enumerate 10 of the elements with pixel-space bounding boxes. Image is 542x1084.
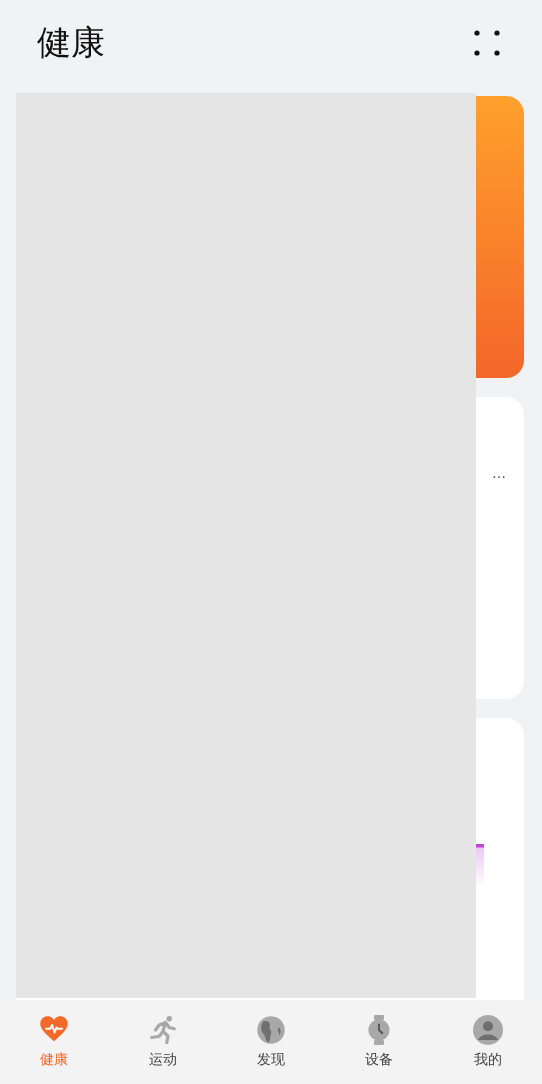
globe-icon [256, 1015, 286, 1045]
more-icon[interactable] [474, 29, 500, 56]
nav-tab[interactable]: 发现 [216, 1000, 326, 1084]
nav-tab[interactable]: 运动 [108, 1000, 217, 1084]
page-title: 健康 [37, 20, 105, 64]
person-icon [472, 1015, 503, 1045]
runner-icon [147, 1015, 178, 1045]
nav-tab[interactable]: 设备 [325, 1000, 434, 1084]
nav-tab[interactable]: 我的 [433, 1000, 542, 1084]
card-text: … [492, 465, 506, 481]
